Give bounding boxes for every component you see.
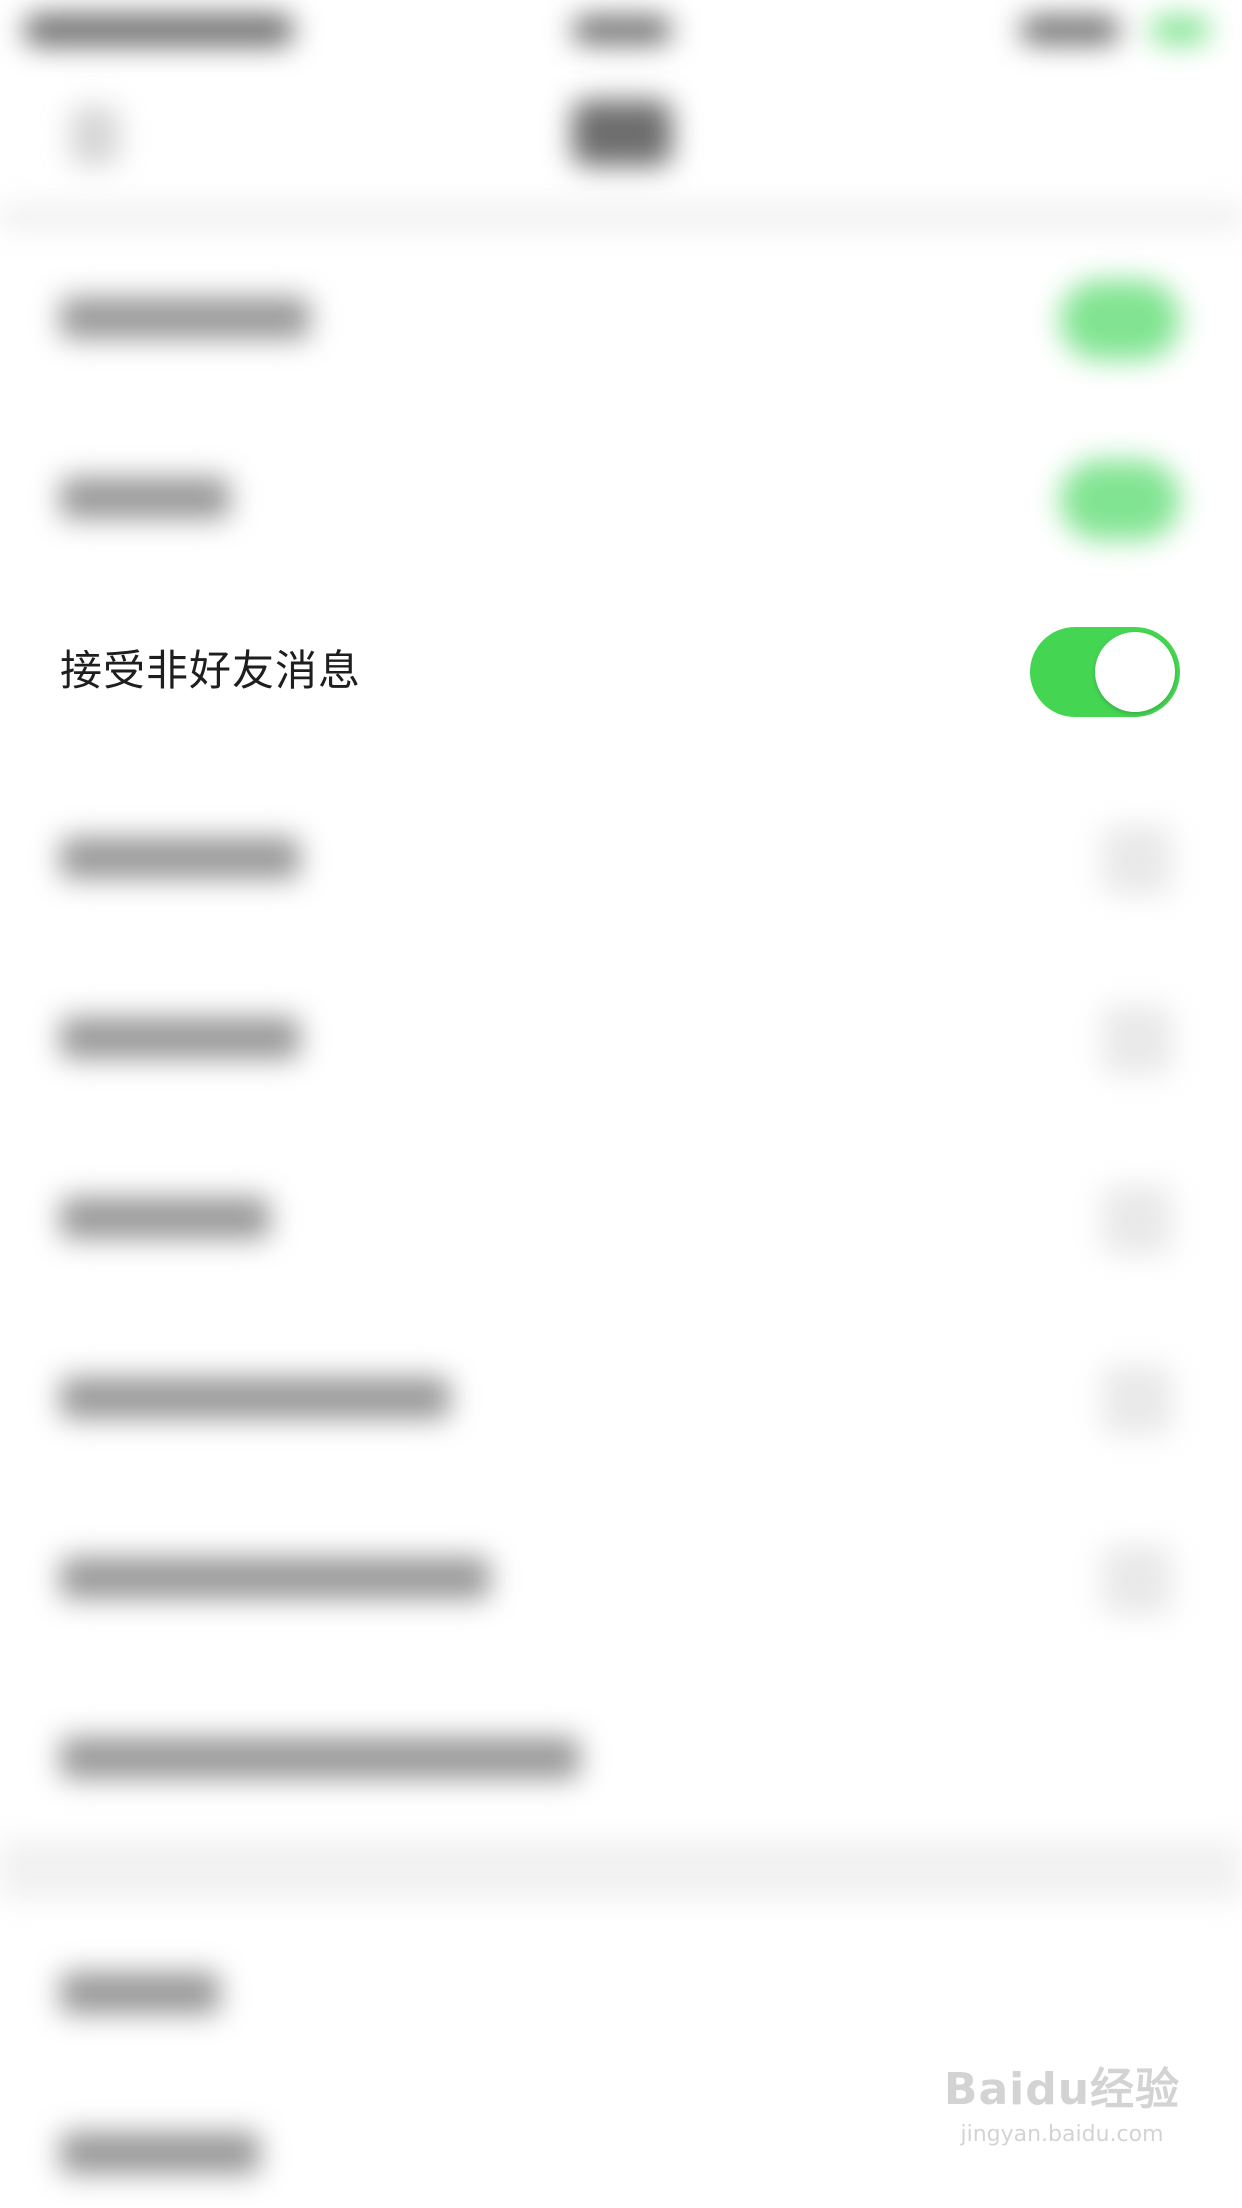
toggle-knob bbox=[1095, 632, 1175, 712]
settings-row[interactable] bbox=[0, 1485, 1242, 1665]
settings-row[interactable] bbox=[0, 405, 1242, 585]
watermark-url: jingyan.baidu.com bbox=[960, 2122, 1164, 2147]
settings-row[interactable] bbox=[0, 1665, 1242, 1845]
settings-screen: 接受非好友消息 Baidu经验 jingyan.baidu.com bbox=[0, 0, 1242, 2208]
settings-row[interactable] bbox=[0, 1125, 1242, 1305]
setting-label: 接受非好友消息 bbox=[60, 646, 362, 695]
back-arrow-icon[interactable] bbox=[70, 106, 120, 166]
settings-row[interactable] bbox=[0, 1900, 1242, 2080]
settings-row[interactable] bbox=[0, 765, 1242, 945]
settings-row[interactable] bbox=[0, 225, 1242, 405]
settings-row[interactable] bbox=[0, 945, 1242, 1125]
watermark-logo: Baidu经验 bbox=[943, 2064, 1181, 2115]
status-bar bbox=[0, 0, 1242, 60]
settings-row[interactable] bbox=[0, 1305, 1242, 1485]
baidu-jingyan-watermark: Baidu经验 jingyan.baidu.com bbox=[942, 2060, 1182, 2180]
settings-row-accept-non-friend-messages[interactable]: 接受非好友消息 bbox=[0, 595, 1242, 750]
page-title bbox=[572, 100, 672, 166]
section-gap bbox=[0, 1840, 1242, 1900]
accept-non-friend-messages-toggle[interactable] bbox=[1030, 627, 1180, 717]
nav-bar bbox=[0, 60, 1242, 210]
